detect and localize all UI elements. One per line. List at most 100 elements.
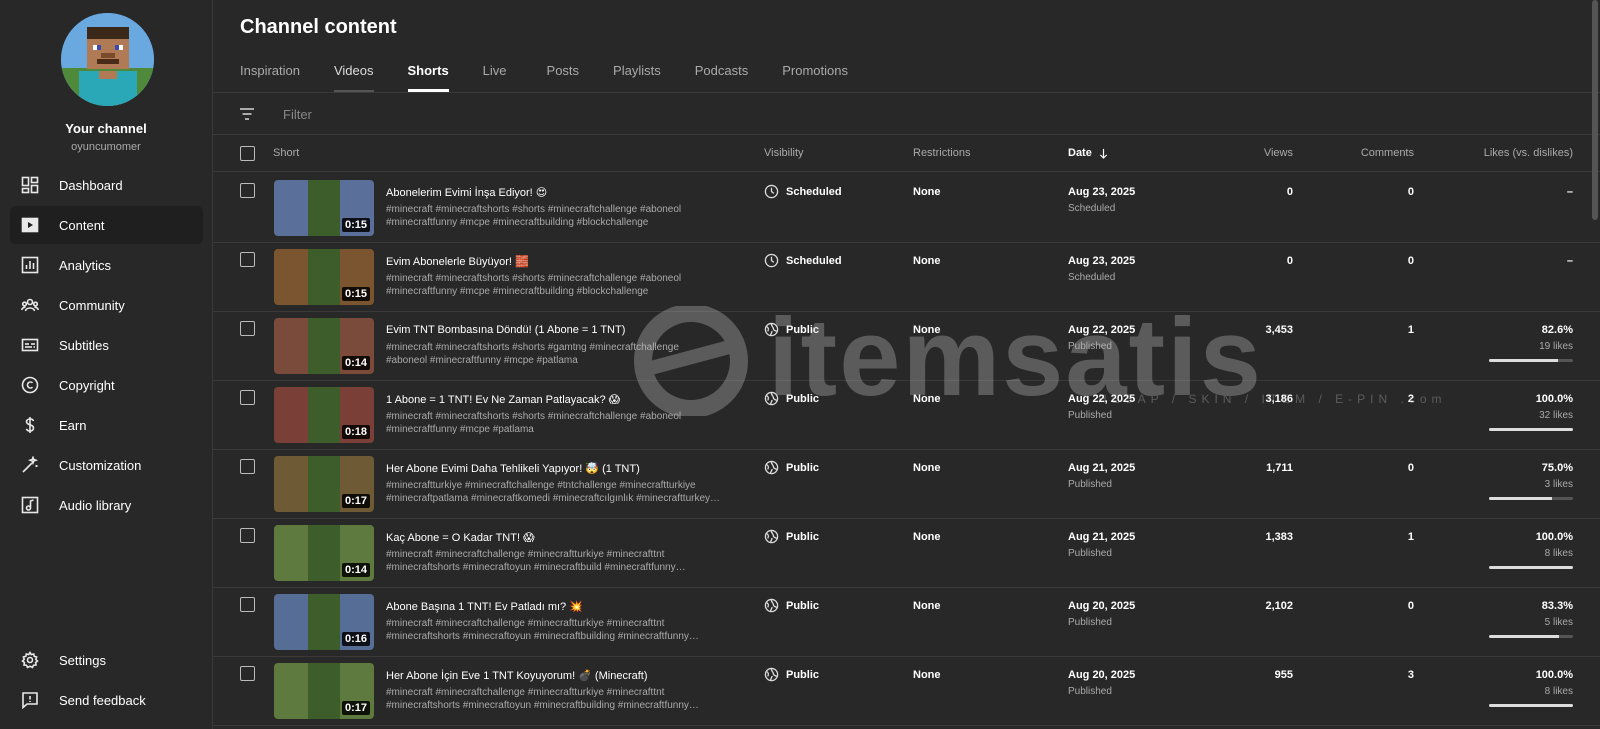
row-checkbox[interactable] xyxy=(240,252,255,267)
column-comments[interactable]: Comments xyxy=(1361,147,1414,159)
row-checkbox[interactable] xyxy=(240,528,255,543)
short-thumbnail[interactable]: 0:17 xyxy=(274,456,374,512)
row-checkbox[interactable] xyxy=(240,321,255,336)
sidebar-item-settings[interactable]: Settings xyxy=(10,641,203,679)
column-restrictions[interactable]: Restrictions xyxy=(913,147,970,159)
table-row[interactable]: 0:14 Kaç Abone = O Kadar TNT! 😱 #minecraft… xyxy=(213,518,1600,588)
short-title[interactable]: Her Abone Evimi Daha Tehlikeli Yapıyor! … xyxy=(386,462,640,475)
visibility-cell[interactable]: Public xyxy=(764,667,819,682)
visibility-cell[interactable]: Public xyxy=(764,598,819,613)
likes-bar-fill xyxy=(1489,635,1559,638)
sidebar-item-audio-library[interactable]: Audio library xyxy=(10,486,203,524)
sidebar-item-label: Send feedback xyxy=(59,692,146,708)
select-all-checkbox[interactable] xyxy=(240,146,255,161)
date-cell: Aug 23, 2025 xyxy=(1068,255,1136,267)
tab-shorts[interactable]: Shorts xyxy=(407,57,449,92)
sidebar-item-send-feedback[interactable]: Send feedback xyxy=(10,681,203,719)
visibility-cell[interactable]: Public xyxy=(764,391,819,406)
short-title[interactable]: 1 Abone = 1 TNT! Ev Ne Zaman Patlayacak?… xyxy=(386,393,620,406)
public-globe-icon xyxy=(764,598,779,613)
table-row[interactable]: 0:17 Her Abone İçin Eve 1 TNT Koyuyorum! … xyxy=(213,656,1600,726)
likes-cell: 100.0% xyxy=(1535,531,1573,543)
short-thumbnail[interactable]: 0:15 xyxy=(274,249,374,305)
sidebar-item-label: Earn xyxy=(59,417,87,433)
sidebar-item-content[interactable]: Content xyxy=(10,206,203,244)
row-checkbox[interactable] xyxy=(240,459,255,474)
column-short[interactable]: Short xyxy=(273,147,299,159)
visibility-cell[interactable]: Public xyxy=(764,322,819,337)
column-likes[interactable]: Likes (vs. dislikes) xyxy=(1484,147,1573,159)
scheduled-clock-icon xyxy=(764,184,779,199)
duration-badge: 0:15 xyxy=(341,218,370,232)
column-date[interactable]: Date xyxy=(1068,147,1109,159)
restrictions-cell: None xyxy=(913,669,941,681)
column-views[interactable]: Views xyxy=(1264,147,1293,159)
row-checkbox[interactable] xyxy=(240,666,255,681)
likes-bar-fill xyxy=(1489,566,1573,569)
comments-cell: 3 xyxy=(1407,669,1414,681)
tab-podcasts[interactable]: Podcasts xyxy=(695,57,748,92)
sidebar-item-subtitles[interactable]: Subtitles xyxy=(10,326,203,364)
row-checkbox[interactable] xyxy=(240,390,255,405)
column-date-label: Date xyxy=(1068,147,1092,159)
scrollbar[interactable] xyxy=(1592,0,1598,220)
tab-videos[interactable]: Videos xyxy=(333,57,374,92)
table-row[interactable]: 0:17 Her Abone Evimi Daha Tehlikeli Yapıy… xyxy=(213,449,1600,519)
table-row[interactable]: 0:15 Abonelerim Evimi İnşa Ediyor! 😍 #mine… xyxy=(213,173,1600,243)
tab-promotions[interactable]: Promotions xyxy=(782,57,848,92)
short-thumbnail[interactable]: 0:18 xyxy=(274,387,374,443)
description-line: #minecraftshorts #minecraftoyun #minecra… xyxy=(386,700,699,711)
table-row[interactable]: 0:14 Evim TNT Bombasına Döndü! (1 Abone =… xyxy=(213,311,1600,381)
short-thumbnail[interactable]: 0:14 xyxy=(274,318,374,374)
tab-live[interactable]: Live xyxy=(483,57,507,92)
thumbnail-side xyxy=(274,387,308,443)
short-title[interactable]: Abonelerim Evimi İnşa Ediyor! 😍 xyxy=(386,186,547,199)
short-title[interactable]: Her Abone İçin Eve 1 TNT Koyuyorum! 💣 (M… xyxy=(386,669,648,682)
sidebar-item-earn[interactable]: Earn xyxy=(10,406,203,444)
visibility-cell[interactable]: Public xyxy=(764,460,819,475)
column-visibility[interactable]: Visibility xyxy=(764,147,804,159)
thumbnail-side xyxy=(274,456,308,512)
short-thumbnail[interactable]: 0:14 xyxy=(274,525,374,581)
thumbnail-side xyxy=(274,249,308,305)
date-status: Published xyxy=(1068,341,1112,352)
tab-posts[interactable]: Posts xyxy=(547,57,580,92)
table-row[interactable]: 0:15 Evim Abonelerle Büyüyor! 🧱 #minecraft… xyxy=(213,242,1600,312)
description-line: #minecraft #minecraftchallenge #minecraf… xyxy=(386,618,665,629)
row-checkbox[interactable] xyxy=(240,183,255,198)
comments-cell: 1 xyxy=(1407,531,1414,543)
short-thumbnail[interactable]: 0:17 xyxy=(274,663,374,719)
visibility-cell[interactable]: Scheduled xyxy=(764,184,842,199)
visibility-cell[interactable]: Public xyxy=(764,529,819,544)
tab-inspiration[interactable]: Inspiration xyxy=(240,57,300,92)
table-row[interactable]: 0:18 1 Abone = 1 TNT! Ev Ne Zaman Patlaya… xyxy=(213,380,1600,450)
visibility-label: Scheduled xyxy=(786,254,842,267)
sidebar-item-copyright[interactable]: Copyright xyxy=(10,366,203,404)
customization-icon xyxy=(20,455,40,475)
short-thumbnail[interactable]: 0:16 xyxy=(274,594,374,650)
views-cell: 1,711 xyxy=(1266,462,1293,474)
community-icon xyxy=(20,295,40,315)
tab-playlists[interactable]: Playlists xyxy=(613,57,661,92)
short-description: #minecraft #minecraftchallenge #minecraf… xyxy=(386,617,736,643)
restrictions-cell: None xyxy=(913,600,941,612)
date-cell: Aug 21, 2025 xyxy=(1068,531,1136,543)
short-title[interactable]: Evim Abonelerle Büyüyor! 🧱 xyxy=(386,255,529,268)
views-cell: 1,383 xyxy=(1265,531,1293,543)
row-checkbox[interactable] xyxy=(240,597,255,612)
description-line: #minecraftshorts #minecraftoyun #minecra… xyxy=(386,631,699,642)
short-title[interactable]: Evim TNT Bombasına Döndü! (1 Abone = 1 T… xyxy=(386,324,625,336)
channel-avatar[interactable] xyxy=(61,13,154,106)
table-row[interactable]: 0:16 Abone Başına 1 TNT! Ev Patladı mı? 💥… xyxy=(213,587,1600,657)
short-title[interactable]: Abone Başına 1 TNT! Ev Patladı mı? 💥 xyxy=(386,600,583,613)
filter-icon[interactable] xyxy=(238,105,256,123)
visibility-cell[interactable]: Scheduled xyxy=(764,253,842,268)
sidebar-item-customization[interactable]: Customization xyxy=(10,446,203,484)
sidebar-item-community[interactable]: Community xyxy=(10,286,203,324)
short-thumbnail[interactable]: 0:15 xyxy=(274,180,374,236)
likes-count: 32 likes xyxy=(1539,410,1573,421)
filter-input[interactable] xyxy=(283,104,683,124)
sidebar-item-analytics[interactable]: Analytics xyxy=(10,246,203,284)
short-title[interactable]: Kaç Abone = O Kadar TNT! 😱 xyxy=(386,531,535,544)
sidebar-item-dashboard[interactable]: Dashboard xyxy=(10,166,203,204)
